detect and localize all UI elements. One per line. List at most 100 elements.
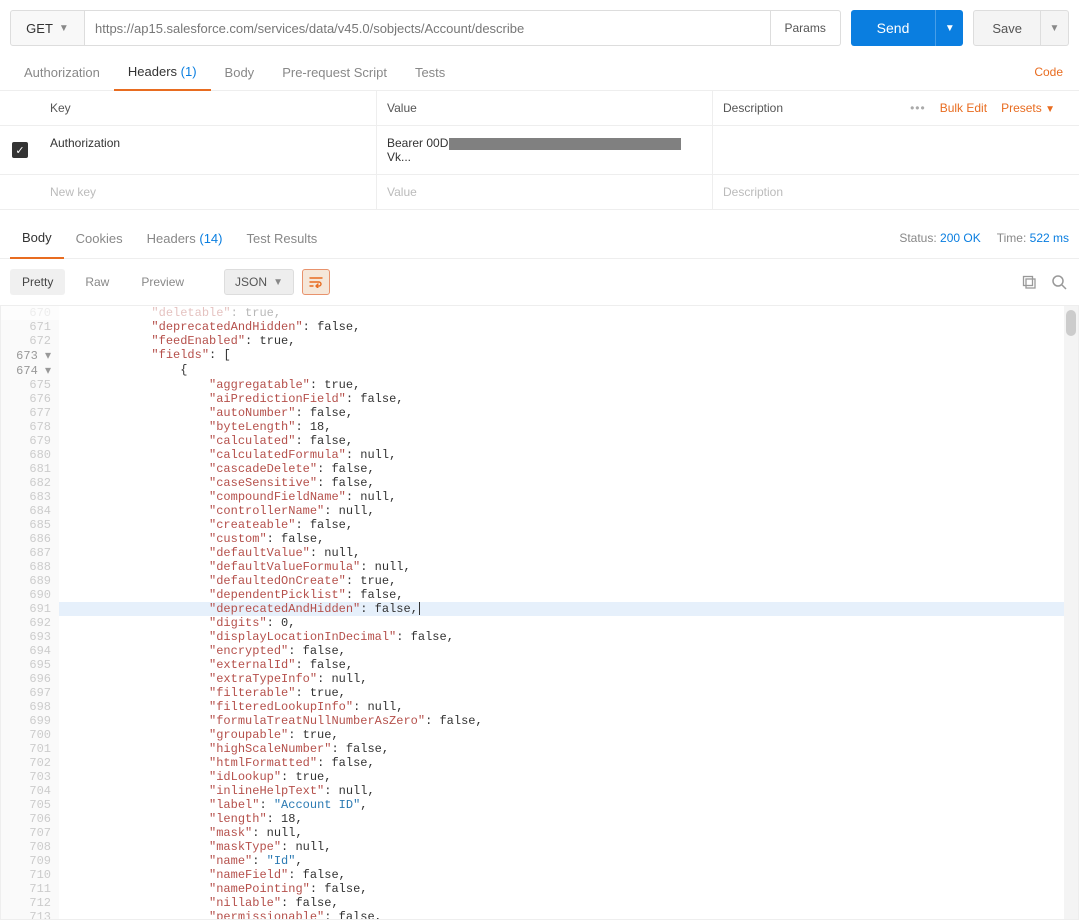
code-line[interactable]: 684 "controllerName": null,	[1, 504, 1078, 518]
tab-authorization[interactable]: Authorization	[10, 55, 114, 90]
wrap-toggle[interactable]	[302, 269, 330, 295]
code-line[interactable]: 683 "compoundFieldName": null,	[1, 490, 1078, 504]
tab-headers-label: Headers	[128, 64, 177, 79]
tab-prerequest[interactable]: Pre-request Script	[268, 55, 401, 90]
view-preview[interactable]: Preview	[129, 269, 196, 295]
code-line[interactable]: 709 "name": "Id",	[1, 854, 1078, 868]
code-line[interactable]: 696 "extraTypeInfo": null,	[1, 672, 1078, 686]
wrap-icon	[309, 276, 323, 288]
row-checkbox[interactable]: ✓	[12, 142, 28, 158]
params-button[interactable]: Params	[771, 10, 841, 46]
resp-tab-tests[interactable]: Test Results	[235, 219, 330, 258]
code-line[interactable]: 697 "filterable": true,	[1, 686, 1078, 700]
more-icon[interactable]: •••	[910, 101, 926, 115]
code-line[interactable]: 713 "permissionable": false,	[1, 910, 1078, 920]
code-line[interactable]: 676 "aiPredictionField": false,	[1, 392, 1078, 406]
code-link[interactable]: Code	[1028, 55, 1069, 89]
code-line[interactable]: 673 ▾ "fields": [	[1, 348, 1078, 363]
resp-tab-headers[interactable]: Headers (14)	[135, 219, 235, 258]
col-value: Value	[376, 91, 712, 125]
save-dropdown[interactable]: ▼	[1041, 10, 1069, 46]
tab-tests[interactable]: Tests	[401, 55, 459, 90]
bulk-edit-link[interactable]: Bulk Edit	[940, 101, 987, 115]
resp-tab-body[interactable]: Body	[10, 218, 64, 259]
code-line[interactable]: 685 "createable": false,	[1, 518, 1078, 532]
scrollbar[interactable]	[1064, 306, 1078, 919]
code-line[interactable]: 671 "deprecatedAndHidden": false,	[1, 320, 1078, 334]
code-line[interactable]: 707 "mask": null,	[1, 826, 1078, 840]
new-key-input[interactable]: New key	[40, 175, 376, 209]
response-tabs: Body Cookies Headers (14) Test Results S…	[0, 218, 1079, 259]
code-line[interactable]: 699 "formulaTreatNullNumberAsZero": fals…	[1, 714, 1078, 728]
code-line[interactable]: 679 "calculated": false,	[1, 434, 1078, 448]
view-pretty[interactable]: Pretty	[10, 269, 65, 295]
col-description: Description ••• Bulk Edit Presets ▼	[712, 91, 1079, 125]
code-line[interactable]: 711 "namePointing": false,	[1, 882, 1078, 896]
code-line[interactable]: 672 "feedEnabled": true,	[1, 334, 1078, 348]
new-value-input[interactable]: Value	[376, 175, 712, 209]
code-line[interactable]: 700 "groupable": true,	[1, 728, 1078, 742]
save-button[interactable]: Save	[973, 10, 1041, 46]
scroll-thumb[interactable]	[1066, 310, 1076, 336]
code-line[interactable]: 691 "deprecatedAndHidden": false,	[1, 602, 1078, 616]
view-raw[interactable]: Raw	[73, 269, 121, 295]
send-button[interactable]: Send	[851, 10, 936, 46]
code-line[interactable]: 701 "highScaleNumber": false,	[1, 742, 1078, 756]
col-key: Key	[40, 91, 376, 125]
code-line[interactable]: 687 "defaultValue": null,	[1, 546, 1078, 560]
new-desc-input[interactable]: Description	[712, 175, 1079, 209]
code-line[interactable]: 704 "inlineHelpText": null,	[1, 784, 1078, 798]
code-line[interactable]: 690 "dependentPicklist": false,	[1, 588, 1078, 602]
chevron-down-icon: ▼	[59, 23, 69, 34]
code-line[interactable]: 686 "custom": false,	[1, 532, 1078, 546]
header-value-pre: Bearer 00D	[387, 136, 448, 150]
code-line[interactable]: 694 "encrypted": false,	[1, 644, 1078, 658]
format-label: JSON	[235, 275, 267, 289]
code-line[interactable]: 680 "calculatedFormula": null,	[1, 448, 1078, 462]
code-line[interactable]: 677 "autoNumber": false,	[1, 406, 1078, 420]
url-input[interactable]: https://ap15.salesforce.com/services/dat…	[85, 10, 771, 46]
tab-headers[interactable]: Headers (1)	[114, 54, 211, 91]
header-desc[interactable]	[712, 126, 1079, 174]
code-line[interactable]: 675 "aggregatable": true,	[1, 378, 1078, 392]
code-line[interactable]: 678 "byteLength": 18,	[1, 420, 1078, 434]
method-label: GET	[26, 21, 53, 36]
presets-label: Presets	[1001, 101, 1042, 115]
code-line[interactable]: 705 "label": "Account ID",	[1, 798, 1078, 812]
code-line[interactable]: 708 "maskType": null,	[1, 840, 1078, 854]
code-line[interactable]: 693 "displayLocationInDecimal": false,	[1, 630, 1078, 644]
copy-button[interactable]	[1019, 272, 1039, 292]
request-tabs: Authorization Headers (1) Body Pre-reque…	[0, 46, 1079, 91]
search-icon	[1051, 274, 1067, 290]
presets-dropdown[interactable]: Presets ▼	[1001, 101, 1055, 115]
code-line[interactable]: 703 "idLookup": true,	[1, 770, 1078, 784]
code-line[interactable]: 712 "nillable": false,	[1, 896, 1078, 910]
header-value[interactable]: Bearer 00DVk...	[376, 126, 712, 174]
code-line[interactable]: 692 "digits": 0,	[1, 616, 1078, 630]
header-key[interactable]: Authorization	[40, 126, 376, 174]
view-toolbar: Pretty Raw Preview JSON ▼	[0, 259, 1079, 306]
col-desc-label: Description	[723, 101, 783, 115]
code-line[interactable]: 688 "defaultValueFormula": null,	[1, 560, 1078, 574]
code-line[interactable]: 698 "filteredLookupInfo": null,	[1, 700, 1078, 714]
chevron-down-icon: ▼	[273, 277, 283, 288]
code-line[interactable]: 706 "length": 18,	[1, 812, 1078, 826]
method-select[interactable]: GET ▼	[10, 10, 85, 46]
search-button[interactable]	[1049, 272, 1069, 292]
resp-tab-cookies[interactable]: Cookies	[64, 219, 135, 258]
code-line[interactable]: 681 "cascadeDelete": false,	[1, 462, 1078, 476]
code-line[interactable]: 682 "caseSensitive": false,	[1, 476, 1078, 490]
header-row: ✓ Authorization Bearer 00DVk...	[0, 126, 1079, 175]
format-select[interactable]: JSON ▼	[224, 269, 294, 295]
status-value: 200 OK	[940, 231, 981, 245]
response-body[interactable]: 670 "deletable": true,671 "deprecatedAnd…	[0, 306, 1079, 920]
request-bar: GET ▼ https://ap15.salesforce.com/servic…	[0, 0, 1079, 46]
code-line[interactable]: 674 ▾ {	[1, 363, 1078, 378]
code-line[interactable]: 702 "htmlFormatted": false,	[1, 756, 1078, 770]
send-dropdown[interactable]: ▼	[935, 10, 963, 46]
code-line[interactable]: 670 "deletable": true,	[1, 306, 1078, 320]
code-line[interactable]: 710 "nameField": false,	[1, 868, 1078, 882]
code-line[interactable]: 689 "defaultedOnCreate": true,	[1, 574, 1078, 588]
tab-body[interactable]: Body	[211, 55, 269, 90]
code-line[interactable]: 695 "externalId": false,	[1, 658, 1078, 672]
